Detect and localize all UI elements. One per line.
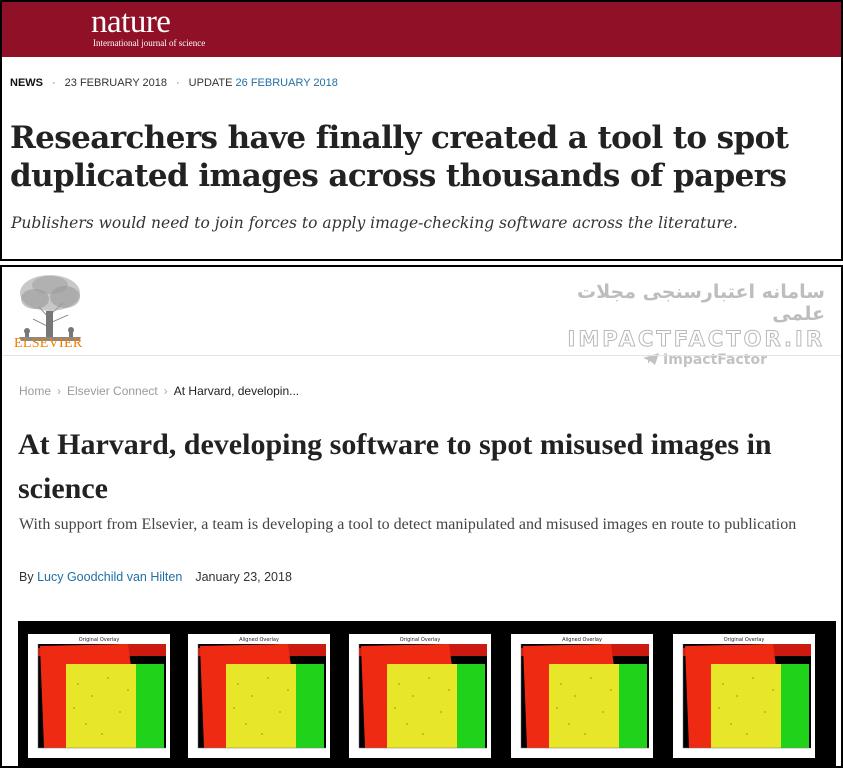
- byline: By Lucy Goodchild van Hilten January 23, …: [19, 570, 292, 584]
- header-divider: [2, 355, 841, 356]
- breadcrumb-chevron-icon: ›: [163, 384, 168, 398]
- nature-logo[interactable]: nature: [91, 3, 171, 41]
- breadcrumb-home[interactable]: Home: [19, 384, 51, 398]
- section-label[interactable]: NEWS: [10, 77, 43, 89]
- overlay-title: Aligned Overlay: [562, 637, 602, 643]
- page-title: At Harvard, developing software to spot …: [18, 428, 772, 505]
- watermark-site-text: IMPACTFACTOR.IR: [567, 327, 825, 352]
- elsevier-wordmark[interactable]: ELSEVIER: [14, 336, 83, 352]
- page-title: Researchers have finally created a tool …: [10, 120, 789, 194]
- article-date: January 23, 2018: [195, 570, 292, 584]
- overlay-title: Aligned Overlay: [239, 637, 279, 643]
- breadcrumb-elsevier-connect[interactable]: Elsevier Connect: [67, 384, 158, 398]
- article-standfirst: Publishers would need to join forces to …: [11, 214, 738, 232]
- nature-article-panel: nature International journal of science …: [0, 0, 843, 261]
- update-date: 26 FEBRUARY 2018: [235, 77, 338, 89]
- overlay-image: Original Overlay: [349, 634, 491, 758]
- overlay-image: Aligned Overlay: [188, 634, 330, 758]
- update-label: UPDATE: [188, 77, 233, 89]
- overlay-image: Aligned Overlay: [511, 634, 653, 758]
- overlay-title: Original Overlay: [724, 637, 765, 643]
- byline-prefix: By: [19, 570, 34, 584]
- nature-header-bar: nature International journal of science: [2, 2, 841, 57]
- meta-separator: ·: [52, 77, 56, 89]
- elsevier-article-panel: ELSEVIER سامانه اعتبارسنجی مجلات علمی IM…: [0, 265, 843, 768]
- author-link[interactable]: Lucy Goodchild van Hilten: [37, 570, 182, 584]
- overlay-title: Original Overlay: [79, 637, 120, 643]
- breadcrumb-chevron-icon: ›: [57, 384, 62, 398]
- nature-tagline: International journal of science: [93, 38, 206, 48]
- article-meta: NEWS · 23 FEBRUARY 2018 · UPDATE 26 FEBRUARY…: [10, 77, 338, 89]
- overlay-image: Original Overlay: [673, 634, 815, 758]
- overlay-title: Original Overlay: [400, 637, 441, 643]
- article-subheadline: With support from Elsevier, a team is de…: [19, 516, 797, 533]
- meta-separator: ·: [176, 77, 180, 89]
- watermark-persian-text: سامانه اعتبارسنجی مجلات علمی: [576, 281, 825, 325]
- breadcrumb: Home › Elsevier Connect › At Harvard, develo…: [19, 384, 299, 398]
- overlay-image: Original Overlay: [28, 634, 170, 758]
- overlay-image-strip: Original Overlay Aligned Overlay Origina…: [18, 621, 836, 766]
- breadcrumb-current: At Harvard, developin...: [173, 384, 300, 398]
- publish-date: 23 FEBRUARY 2018: [64, 77, 167, 89]
